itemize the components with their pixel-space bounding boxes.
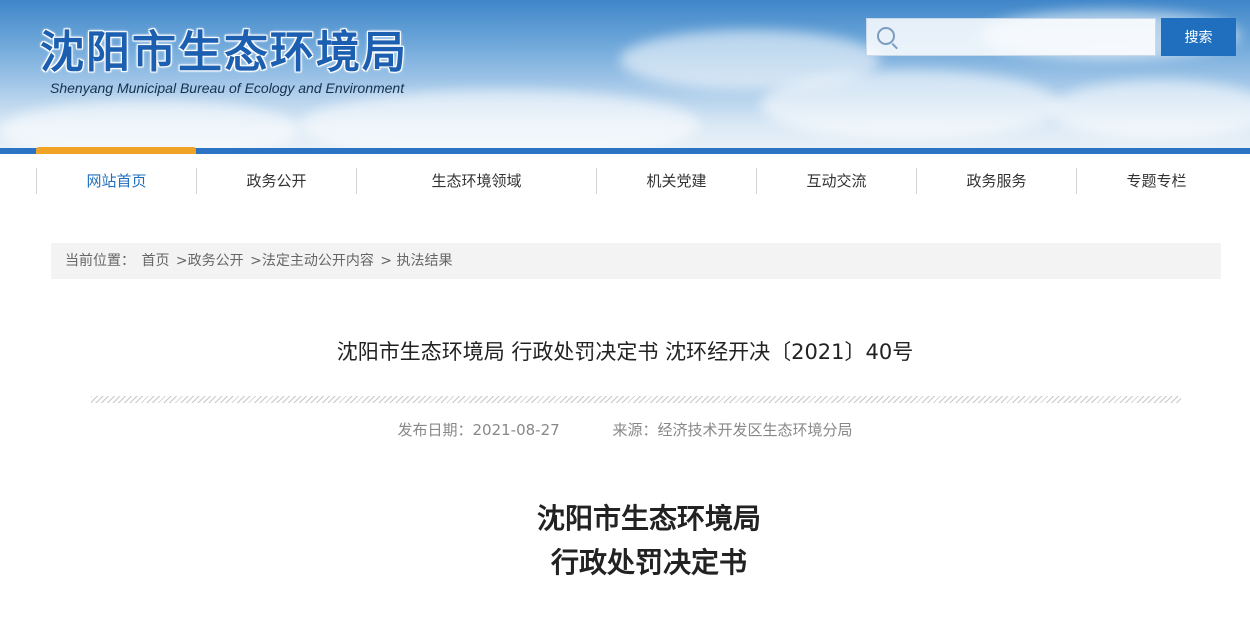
article-meta: 发布日期：2021-08-27 来源：经济技术开发区生态环境分局 <box>0 419 1250 440</box>
breadcrumb-prefix: 当前位置： <box>65 253 135 269</box>
publish-date: 发布日期：2021-08-27 <box>397 421 560 439</box>
nav-item-government-affairs[interactable]: 政务公开 <box>196 168 356 194</box>
document-heading-line1: 沈阳市生态环境局 <box>536 502 761 535</box>
site-subtitle: Shenyang Municipal Bureau of Ecology and… <box>50 80 405 96</box>
main-nav: 网站首页 政务公开 生态环境领域 机关党建 互动交流 政务服务 专题专栏 <box>36 168 1236 194</box>
breadcrumb: 当前位置： 首页 >政务公开 >法定主动公开内容 > 执法结果 <box>51 243 1221 279</box>
breadcrumb-government-affairs[interactable]: >政务公开 <box>176 253 244 269</box>
breadcrumb-public-content[interactable]: >法定主动公开内容 <box>250 253 374 269</box>
nav-item-party-building[interactable]: 机关党建 <box>596 168 756 194</box>
search-box <box>866 18 1156 56</box>
nav-item-topics[interactable]: 专题专栏 <box>1076 168 1236 194</box>
header-banner: 沈阳市生态环境局 Shenyang Municipal Bureau of Ec… <box>0 0 1250 148</box>
divider <box>91 396 1181 403</box>
search-button[interactable]: 搜索 <box>1161 18 1236 56</box>
document-heading-line2: 行政处罚决定书 <box>550 546 747 579</box>
nav-item-services[interactable]: 政务服务 <box>916 168 1076 194</box>
nav-item-home[interactable]: 网站首页 <box>36 168 196 194</box>
site-title[interactable]: 沈阳市生态环境局 <box>40 16 408 80</box>
search-icon <box>877 27 895 45</box>
breadcrumb-home[interactable]: 首页 <box>141 253 169 269</box>
search-input[interactable] <box>903 23 1151 51</box>
article-title: 沈阳市生态环境局 行政处罚决定书 沈环经开决〔2021〕40号 <box>336 340 914 364</box>
nav-item-interaction[interactable]: 互动交流 <box>756 168 916 194</box>
breadcrumb-enforcement-results[interactable]: > 执法结果 <box>380 253 452 269</box>
nav-active-indicator <box>36 147 196 154</box>
article-source: 来源：经济技术开发区生态环境分局 <box>612 421 853 439</box>
nav-item-ecology-field[interactable]: 生态环境领域 <box>356 168 596 194</box>
